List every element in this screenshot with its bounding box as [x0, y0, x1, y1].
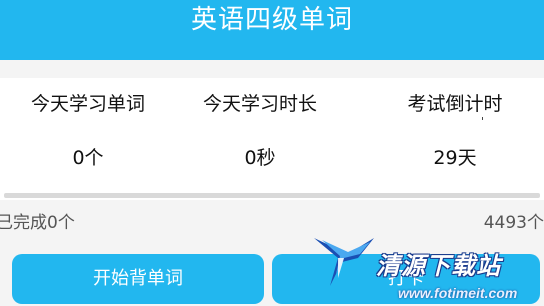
progress-bar — [4, 193, 540, 198]
divider-mark — [482, 117, 483, 120]
stat-value-exam-countdown: 29天 — [433, 147, 477, 169]
progress-done-label: 已完成0个 — [0, 213, 75, 233]
stat-label-exam-countdown: 考试倒计时 — [407, 93, 503, 115]
stat-label-time-today: 今天学习时长 — [202, 93, 317, 115]
stats-card: 今天学习单词 今天学习时长 考试倒计时 0个 0秒 29天 — [0, 78, 544, 200]
app-header: 英语四级单词 — [0, 0, 544, 60]
stat-value-time-today: 0秒 — [244, 147, 276, 169]
progress-total-label: 4493个 — [483, 213, 544, 233]
start-memorize-button[interactable]: 开始背单词 — [12, 254, 264, 304]
stat-label-words-today: 今天学习单词 — [30, 93, 145, 115]
checkin-button[interactable]: 打卡 — [272, 254, 540, 304]
stat-value-words-today: 0个 — [72, 147, 104, 169]
page-title: 英语四级单词 — [190, 5, 353, 35]
